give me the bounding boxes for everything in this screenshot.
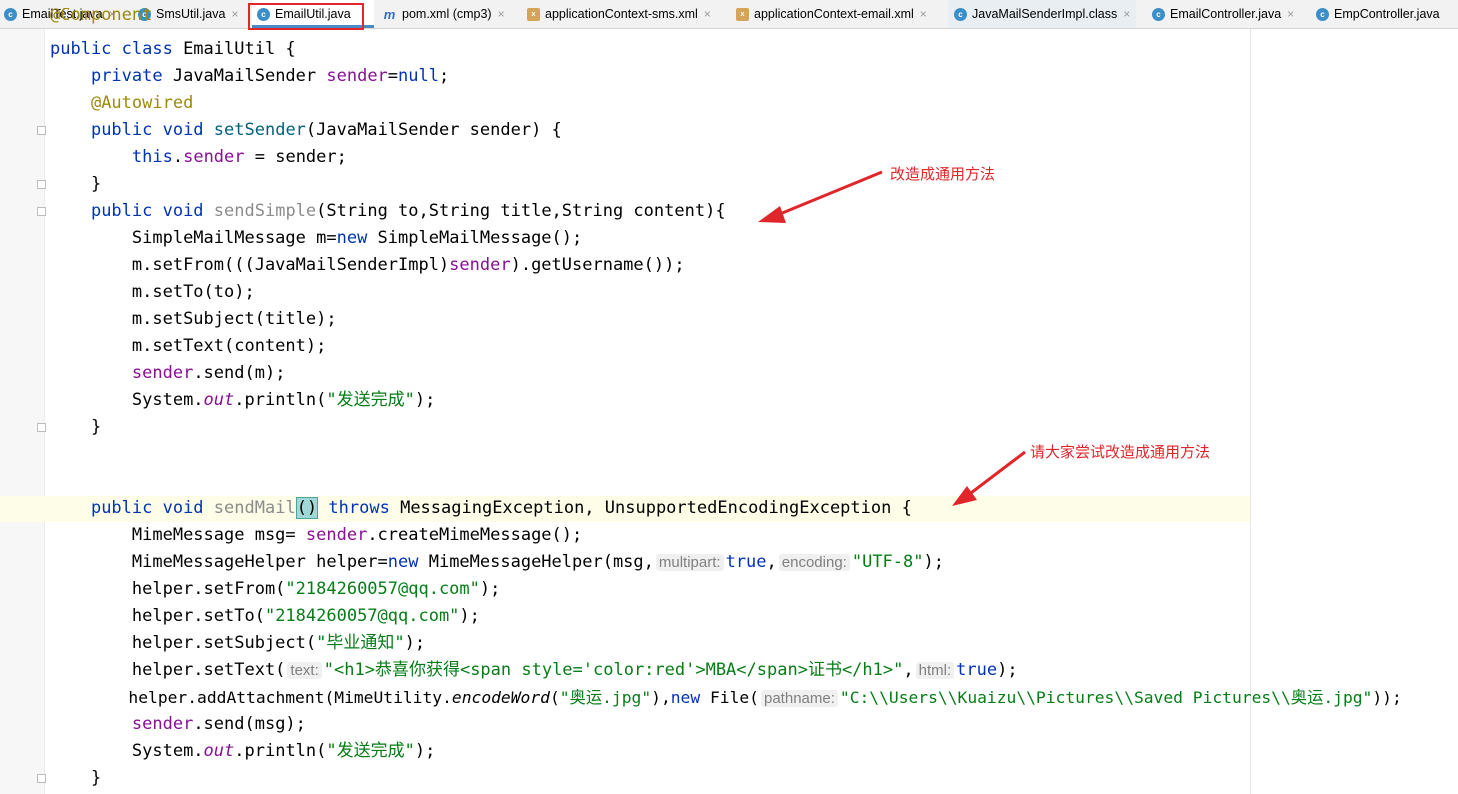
arrow-icon [758, 170, 883, 223]
arrow-icon [952, 450, 1026, 506]
annotation-arrows [758, 170, 1026, 506]
